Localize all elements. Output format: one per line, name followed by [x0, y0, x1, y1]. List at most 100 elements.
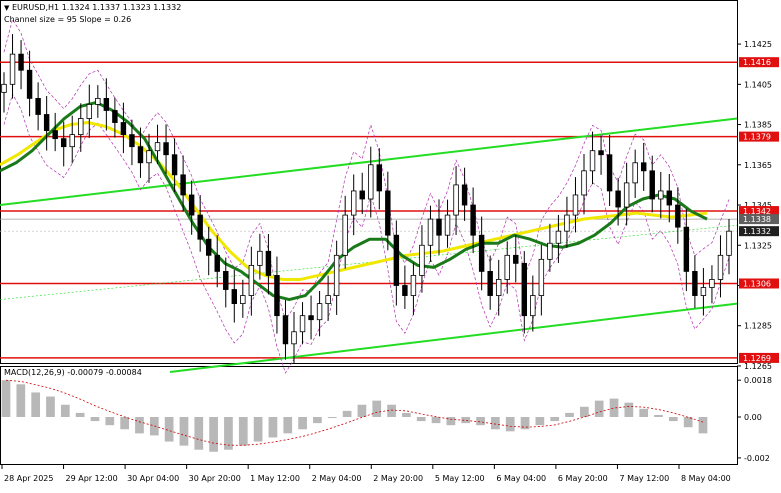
time-tick-label: 5 May 12:00: [435, 474, 485, 483]
candle-body: [257, 250, 263, 266]
candle-body: [385, 190, 391, 236]
candle-body: [521, 262, 528, 317]
candle: [333, 240, 340, 315]
candle-body: [623, 182, 630, 208]
candle-body: [683, 226, 690, 272]
candle-body: [299, 315, 306, 333]
macd-bar: [594, 400, 604, 417]
candle-body: [205, 238, 212, 256]
price-level-value: 1.1332: [743, 227, 771, 236]
candle-body: [632, 162, 638, 184]
candle: [282, 300, 289, 360]
candle-body: [214, 254, 220, 272]
candle-body: [658, 190, 664, 200]
candle: [299, 302, 306, 345]
candle: [555, 214, 562, 263]
macd-bar: [1, 380, 11, 417]
macd-bar: [135, 417, 144, 434]
macd-bar: [402, 412, 411, 417]
collapse-arrow-icon[interactable]: ▼: [4, 4, 9, 12]
candle-body: [675, 204, 681, 228]
candle-body: [171, 154, 178, 176]
chart-header: ▼ EURUSD,H1 1.1324 1.1337 1.1323 1.1332: [4, 3, 181, 12]
candle: [410, 262, 417, 315]
candle: [316, 290, 323, 337]
candle-body: [180, 174, 186, 196]
price-level-value: 1.1416: [743, 58, 771, 67]
candle: [350, 174, 357, 236]
candle: [35, 82, 41, 131]
candle-body: [581, 170, 587, 196]
candle: [52, 112, 58, 152]
candle-body: [154, 142, 161, 152]
candle: [640, 142, 647, 191]
candle-body: [69, 134, 75, 148]
price-chart[interactable]: 1.14251.14051.13851.13651.13451.13251.13…: [0, 0, 781, 489]
candle-body: [478, 234, 485, 272]
candle: [683, 208, 690, 292]
macd-axis: 0.0018 0.00 -0.002: [737, 376, 772, 463]
time-tick-label: 6 May 04:00: [496, 474, 546, 483]
candle-body: [666, 190, 673, 206]
candle: [589, 131, 596, 185]
price-level-tag: 1.1338: [739, 214, 779, 225]
candle-body: [1, 83, 7, 93]
macd-tick-label: 0.00: [744, 413, 762, 422]
channel-lower-line: [169, 302, 738, 373]
candle-body: [538, 258, 545, 296]
candle-body: [223, 271, 229, 290]
candle-body: [163, 142, 169, 156]
macd-histogram: [1, 379, 708, 452]
time-tick-label: 8 May 04:00: [681, 474, 731, 483]
candle: [504, 241, 510, 294]
candle: [564, 196, 570, 248]
candle-body: [461, 184, 468, 206]
candle: [487, 255, 493, 310]
candle: [240, 279, 246, 318]
time-tick-label: 30 Apr 04:00: [127, 474, 179, 483]
time-tick-label: 6 May 20:00: [558, 474, 608, 483]
candle-body: [555, 230, 562, 244]
candle-body: [333, 254, 340, 296]
candle-body: [197, 214, 203, 240]
macd-bar: [313, 417, 322, 424]
candle: [538, 245, 545, 316]
macd-bar: [446, 417, 456, 426]
time-tick-label: 1 May 12:00: [250, 474, 300, 483]
candle: [120, 102, 127, 154]
candle-body: [95, 98, 101, 105]
candle-body: [129, 134, 135, 148]
candle: [666, 173, 673, 223]
macd-bar: [60, 404, 70, 417]
price-tick-label: 1.1405: [744, 80, 772, 89]
macd-bar: [268, 417, 278, 438]
candle-body: [248, 264, 255, 296]
candle-body: [547, 242, 553, 260]
price-level-tag: 1.1379: [739, 131, 779, 142]
price-level-tag: 1.1269: [739, 352, 779, 363]
candle: [1, 72, 7, 113]
macd-bar: [505, 417, 515, 432]
macd-bar: [639, 408, 649, 417]
candle-body: [649, 170, 655, 200]
candle: [9, 34, 16, 99]
price-tick-label: 1.1365: [744, 161, 772, 170]
candle-body: [700, 287, 707, 296]
candle-body: [717, 254, 724, 280]
time-tick-label: 7 May 12:00: [619, 474, 669, 483]
macd-bar: [120, 417, 129, 430]
candle: [18, 40, 24, 90]
chart-window[interactable]: 1.14251.14051.13851.13651.13451.13251.13…: [0, 0, 781, 489]
time-tick-label: 30 Apr 20:00: [189, 474, 241, 483]
macd-label: MACD(12,26,9) -0.00079 -0.00084: [4, 368, 142, 377]
macd-bar: [372, 400, 382, 417]
price-level-value: 1.1269: [743, 354, 771, 363]
candle-body: [598, 150, 604, 156]
channel-middle-line: [0, 224, 738, 300]
candle-body: [265, 250, 272, 276]
price-level-tag: 1.1306: [739, 278, 779, 289]
macd-bar: [179, 417, 189, 446]
price-tick-label: 1.1265: [744, 362, 772, 371]
candle: [103, 78, 110, 131]
macd-bar: [31, 392, 41, 417]
